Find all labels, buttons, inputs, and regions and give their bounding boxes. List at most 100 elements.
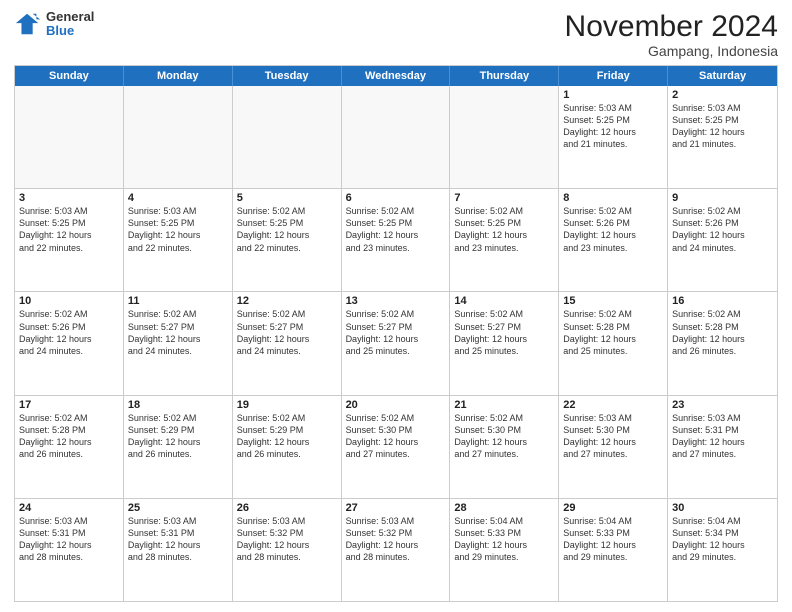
day-cell-11: 11Sunrise: 5:02 AMSunset: 5:27 PMDayligh…: [124, 292, 233, 394]
day-cell-4: 4Sunrise: 5:03 AMSunset: 5:25 PMDaylight…: [124, 189, 233, 291]
day-number: 13: [346, 295, 446, 307]
day-cell-24: 24Sunrise: 5:03 AMSunset: 5:31 PMDayligh…: [15, 499, 124, 601]
header-cell-tuesday: Tuesday: [233, 66, 342, 86]
day-info: Sunrise: 5:03 AMSunset: 5:25 PMDaylight:…: [19, 205, 119, 254]
day-cell-17: 17Sunrise: 5:02 AMSunset: 5:28 PMDayligh…: [15, 396, 124, 498]
day-info: Sunrise: 5:02 AMSunset: 5:27 PMDaylight:…: [454, 308, 554, 357]
day-number: 9: [672, 192, 773, 204]
day-number: 2: [672, 89, 773, 101]
day-number: 20: [346, 399, 446, 411]
day-cell-29: 29Sunrise: 5:04 AMSunset: 5:33 PMDayligh…: [559, 499, 668, 601]
day-number: 28: [454, 502, 554, 514]
day-number: 15: [563, 295, 663, 307]
week-row-2: 10Sunrise: 5:02 AMSunset: 5:26 PMDayligh…: [15, 292, 777, 395]
day-info: Sunrise: 5:03 AMSunset: 5:30 PMDaylight:…: [563, 412, 663, 461]
day-number: 29: [563, 502, 663, 514]
day-number: 16: [672, 295, 773, 307]
day-cell-1: 1Sunrise: 5:03 AMSunset: 5:25 PMDaylight…: [559, 86, 668, 188]
logo-icon: [14, 10, 42, 38]
empty-cell: [450, 86, 559, 188]
day-number: 25: [128, 502, 228, 514]
day-cell-13: 13Sunrise: 5:02 AMSunset: 5:27 PMDayligh…: [342, 292, 451, 394]
day-number: 8: [563, 192, 663, 204]
day-number: 22: [563, 399, 663, 411]
day-cell-6: 6Sunrise: 5:02 AMSunset: 5:25 PMDaylight…: [342, 189, 451, 291]
day-number: 24: [19, 502, 119, 514]
day-info: Sunrise: 5:03 AMSunset: 5:25 PMDaylight:…: [563, 102, 663, 151]
day-cell-19: 19Sunrise: 5:02 AMSunset: 5:29 PMDayligh…: [233, 396, 342, 498]
day-cell-3: 3Sunrise: 5:03 AMSunset: 5:25 PMDaylight…: [15, 189, 124, 291]
logo-general-label: General: [46, 10, 94, 24]
empty-cell: [124, 86, 233, 188]
day-info: Sunrise: 5:03 AMSunset: 5:31 PMDaylight:…: [19, 515, 119, 564]
day-number: 17: [19, 399, 119, 411]
day-info: Sunrise: 5:04 AMSunset: 5:33 PMDaylight:…: [563, 515, 663, 564]
day-info: Sunrise: 5:04 AMSunset: 5:34 PMDaylight:…: [672, 515, 773, 564]
week-row-3: 17Sunrise: 5:02 AMSunset: 5:28 PMDayligh…: [15, 396, 777, 499]
day-cell-8: 8Sunrise: 5:02 AMSunset: 5:26 PMDaylight…: [559, 189, 668, 291]
day-info: Sunrise: 5:02 AMSunset: 5:26 PMDaylight:…: [672, 205, 773, 254]
header-cell-monday: Monday: [124, 66, 233, 86]
day-info: Sunrise: 5:02 AMSunset: 5:25 PMDaylight:…: [237, 205, 337, 254]
week-row-1: 3Sunrise: 5:03 AMSunset: 5:25 PMDaylight…: [15, 189, 777, 292]
day-number: 12: [237, 295, 337, 307]
day-cell-23: 23Sunrise: 5:03 AMSunset: 5:31 PMDayligh…: [668, 396, 777, 498]
day-info: Sunrise: 5:02 AMSunset: 5:28 PMDaylight:…: [672, 308, 773, 357]
day-info: Sunrise: 5:03 AMSunset: 5:32 PMDaylight:…: [346, 515, 446, 564]
page: General Blue November 2024 Gampang, Indo…: [0, 0, 792, 612]
header-cell-saturday: Saturday: [668, 66, 777, 86]
day-cell-25: 25Sunrise: 5:03 AMSunset: 5:31 PMDayligh…: [124, 499, 233, 601]
title-block: November 2024 Gampang, Indonesia: [565, 10, 778, 59]
header: General Blue November 2024 Gampang, Indo…: [14, 10, 778, 59]
header-cell-sunday: Sunday: [15, 66, 124, 86]
day-number: 26: [237, 502, 337, 514]
day-number: 3: [19, 192, 119, 204]
day-info: Sunrise: 5:02 AMSunset: 5:27 PMDaylight:…: [128, 308, 228, 357]
calendar-header: SundayMondayTuesdayWednesdayThursdayFrid…: [15, 66, 777, 86]
day-number: 14: [454, 295, 554, 307]
title-month: November 2024: [565, 10, 778, 43]
day-info: Sunrise: 5:02 AMSunset: 5:29 PMDaylight:…: [128, 412, 228, 461]
day-info: Sunrise: 5:02 AMSunset: 5:29 PMDaylight:…: [237, 412, 337, 461]
day-info: Sunrise: 5:03 AMSunset: 5:25 PMDaylight:…: [672, 102, 773, 151]
day-cell-30: 30Sunrise: 5:04 AMSunset: 5:34 PMDayligh…: [668, 499, 777, 601]
day-info: Sunrise: 5:03 AMSunset: 5:32 PMDaylight:…: [237, 515, 337, 564]
day-info: Sunrise: 5:03 AMSunset: 5:25 PMDaylight:…: [128, 205, 228, 254]
day-number: 10: [19, 295, 119, 307]
title-location: Gampang, Indonesia: [565, 43, 778, 59]
day-info: Sunrise: 5:02 AMSunset: 5:28 PMDaylight:…: [563, 308, 663, 357]
day-number: 21: [454, 399, 554, 411]
day-info: Sunrise: 5:02 AMSunset: 5:27 PMDaylight:…: [346, 308, 446, 357]
day-cell-12: 12Sunrise: 5:02 AMSunset: 5:27 PMDayligh…: [233, 292, 342, 394]
day-cell-22: 22Sunrise: 5:03 AMSunset: 5:30 PMDayligh…: [559, 396, 668, 498]
day-cell-9: 9Sunrise: 5:02 AMSunset: 5:26 PMDaylight…: [668, 189, 777, 291]
header-cell-thursday: Thursday: [450, 66, 559, 86]
day-cell-7: 7Sunrise: 5:02 AMSunset: 5:25 PMDaylight…: [450, 189, 559, 291]
day-info: Sunrise: 5:03 AMSunset: 5:31 PMDaylight:…: [672, 412, 773, 461]
logo-blue-label: Blue: [46, 24, 94, 38]
empty-cell: [342, 86, 451, 188]
day-info: Sunrise: 5:02 AMSunset: 5:25 PMDaylight:…: [346, 205, 446, 254]
day-number: 19: [237, 399, 337, 411]
day-number: 18: [128, 399, 228, 411]
logo: General Blue: [14, 10, 94, 39]
day-number: 1: [563, 89, 663, 101]
day-info: Sunrise: 5:02 AMSunset: 5:28 PMDaylight:…: [19, 412, 119, 461]
day-number: 7: [454, 192, 554, 204]
day-info: Sunrise: 5:02 AMSunset: 5:30 PMDaylight:…: [346, 412, 446, 461]
day-cell-10: 10Sunrise: 5:02 AMSunset: 5:26 PMDayligh…: [15, 292, 124, 394]
day-cell-18: 18Sunrise: 5:02 AMSunset: 5:29 PMDayligh…: [124, 396, 233, 498]
day-number: 5: [237, 192, 337, 204]
day-number: 6: [346, 192, 446, 204]
day-number: 11: [128, 295, 228, 307]
day-cell-20: 20Sunrise: 5:02 AMSunset: 5:30 PMDayligh…: [342, 396, 451, 498]
day-number: 27: [346, 502, 446, 514]
day-cell-16: 16Sunrise: 5:02 AMSunset: 5:28 PMDayligh…: [668, 292, 777, 394]
empty-cell: [233, 86, 342, 188]
day-info: Sunrise: 5:04 AMSunset: 5:33 PMDaylight:…: [454, 515, 554, 564]
day-cell-14: 14Sunrise: 5:02 AMSunset: 5:27 PMDayligh…: [450, 292, 559, 394]
week-row-0: 1Sunrise: 5:03 AMSunset: 5:25 PMDaylight…: [15, 86, 777, 189]
empty-cell: [15, 86, 124, 188]
day-cell-26: 26Sunrise: 5:03 AMSunset: 5:32 PMDayligh…: [233, 499, 342, 601]
day-number: 30: [672, 502, 773, 514]
